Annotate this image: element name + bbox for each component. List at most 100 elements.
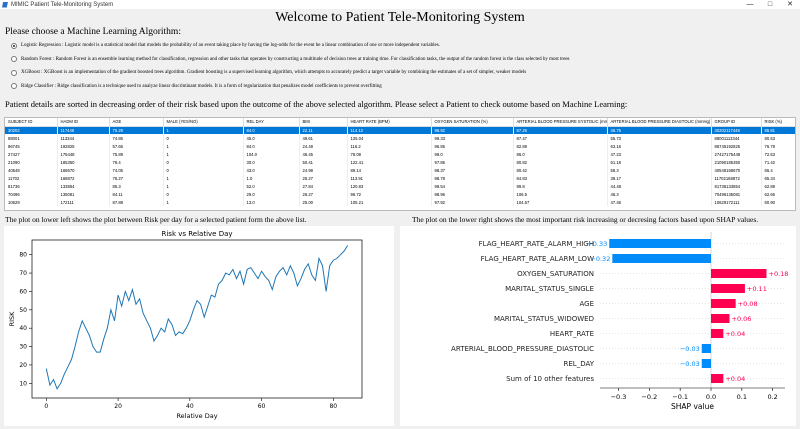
table-cell: 40548	[5, 166, 58, 174]
table-cell: 99.8	[513, 182, 608, 190]
x-tick-label: −0.1	[672, 393, 688, 401]
table-row[interactable]: 21090 185350 76.4 0 30.0 50.41 122.41 97.86 80.8…	[5, 158, 795, 166]
table-cell: 0	[163, 134, 244, 142]
column-header[interactable]: HEART RATE (BPM)	[347, 118, 432, 127]
table-cell: 43.0	[243, 166, 300, 174]
table-cell: 76.4	[109, 158, 164, 166]
table-row[interactable]: 88001 113344 74.86 0 45.0 49.61 125.04 99.33 87.…	[5, 134, 795, 142]
table-cell: 49.61	[299, 134, 348, 142]
feature-label: AGE	[579, 300, 594, 308]
table-cell: 116.2	[347, 142, 432, 150]
table-cell: 85.81	[761, 126, 795, 134]
table-cell: 60.90	[761, 198, 795, 206]
table-row[interactable]: 11702 168872 76.27 1 1.0 25.27 113.91 98.78 84.8…	[5, 174, 795, 182]
table-cell: 78.08	[347, 150, 432, 158]
patient-table[interactable]: SUBJECT ID HADM ID AGE MALE (YES/NO) REL DAY…	[4, 117, 796, 211]
shap-bar	[711, 284, 745, 293]
radio-button-icon[interactable]	[11, 42, 17, 49]
table-cell: 99.0	[431, 150, 514, 158]
column-header[interactable]: REL DAY	[243, 118, 300, 127]
table-cell: 86.0	[513, 150, 608, 158]
table-cell: 63.16	[607, 142, 712, 150]
feature-label: MARITAL_STATUS_SINGLE	[505, 285, 594, 293]
column-header[interactable]: BMI	[299, 118, 348, 127]
shap-bar	[711, 374, 724, 383]
table-cell: 168872	[57, 174, 110, 182]
shap-bar	[711, 329, 724, 338]
window-controls: — □ ✕	[740, 0, 800, 9]
table-row[interactable]: 70496 135081 84.11 0 29.0 26.27 96.72 98.96 106.…	[5, 190, 795, 198]
window-title: MIMIC Patient Tele-Monitoring System	[11, 1, 114, 8]
table-cell: 25.27	[299, 174, 348, 182]
y-tick-label: 80	[19, 252, 27, 259]
table-cell: 74.05	[109, 166, 164, 174]
y-tick-label: 20	[19, 362, 27, 369]
radio-random-forest[interactable]: Random Forest : Random Forest is an ense…	[11, 53, 791, 67]
table-cell: 88001	[5, 134, 58, 142]
minimize-icon[interactable]: —	[740, 0, 760, 9]
radio-ridge-classifier[interactable]: Ridge Classifier : Ridge classification …	[11, 80, 791, 94]
table-cell: 125.04	[347, 134, 432, 142]
feature-label: OXYGEN_SATURATION	[517, 270, 594, 278]
x-axis-label: Relative Day	[176, 412, 217, 420]
close-icon[interactable]: ✕	[780, 0, 800, 9]
column-header[interactable]: OXYGEN SATURATION (%)	[431, 118, 514, 127]
table-cell: 58.3	[607, 166, 712, 174]
column-header[interactable]: MALE (YES/NO)	[163, 118, 244, 127]
table-row[interactable]: 27427 175448 75.89 1 104.0 46.45 78.08 99.0 86.0…	[5, 150, 795, 158]
radio-button-icon[interactable]	[11, 56, 17, 63]
table-cell: 1	[163, 174, 244, 182]
column-header[interactable]: HADM ID	[57, 118, 110, 127]
table-body: 30202 117448 75.29 1 84.0 22.11 114.12 98.92 87.…	[5, 126, 795, 206]
x-tick-label: 40	[186, 403, 194, 410]
radio-button-icon[interactable]	[11, 69, 17, 76]
column-header[interactable]: ARTERIAL BLOOD PRESSURE SYSTOLIC (mmHg).…	[513, 118, 608, 127]
table-cell: 75.29	[109, 126, 164, 134]
table-cell: 85.3	[109, 182, 164, 190]
table-row[interactable]: 30202 117448 75.29 1 84.0 22.11 114.12 98.92 87.…	[5, 126, 795, 134]
table-cell: 87.47	[513, 134, 608, 142]
table-cell: 30.0	[243, 158, 300, 166]
table-cell: 62.89	[761, 182, 795, 190]
algorithm-heading: Please choose a Machine Learning Algorit…	[5, 27, 181, 37]
table-cell: 81736133854	[711, 182, 762, 190]
table-cell: 46.45	[299, 150, 348, 158]
app-logo-icon	[2, 1, 8, 8]
table-cell: 25.00	[299, 198, 348, 206]
feature-label: FLAG_HEART_RATE_ALARM_LOW	[481, 255, 595, 263]
radio-button-icon[interactable]	[11, 83, 17, 90]
table-row[interactable]: 86745 192825 57.66 1 84.0 24.48 116.2 96.85 82.8…	[5, 142, 795, 150]
shap-value-label: +0.08	[738, 300, 758, 308]
shap-plot-description: The plot on the lower right shows the mo…	[412, 215, 759, 224]
column-header[interactable]: ARTERIAL BLOOD PRESSURE DIASTOLIC (mmHg)	[607, 118, 712, 127]
table-cell: 66.4	[761, 166, 795, 174]
radio-xgboost[interactable]: XGBoost : XGBoost is an implementation o…	[11, 66, 791, 80]
table-cell: 106.5	[513, 190, 608, 198]
table-row[interactable]: 81736 133854 85.3 1 52.0 27.84 120.83 99.54 99.8…	[5, 182, 795, 190]
maximize-icon[interactable]: □	[760, 0, 780, 9]
column-header[interactable]: AGE	[109, 118, 164, 127]
table-cell: 80.42	[513, 166, 608, 174]
x-tick-label: 0.1	[737, 393, 747, 401]
shap-bar	[711, 269, 767, 278]
y-tick-label: 70	[19, 270, 27, 277]
table-cell: 1	[163, 142, 244, 150]
table-cell: 11702	[5, 174, 58, 182]
table-row[interactable]: 10629 172111 87.88 1 13.0 25.00 105.21 97.92 104…	[5, 198, 795, 206]
table-cell: 113344	[57, 134, 110, 142]
table-cell: 98.37	[431, 166, 514, 174]
table-cell: 10629172111	[711, 198, 762, 206]
x-tick-label: −0.3	[611, 393, 627, 401]
column-header[interactable]: RISK (%)	[761, 118, 795, 127]
table-cell: 26.27	[299, 190, 348, 198]
table-cell: 114.12	[347, 126, 432, 134]
table-cell: 74.86	[109, 134, 164, 142]
table-row[interactable]: 40548 168670 74.05 0 43.0 24.98 89.14 98.37 80.4…	[5, 166, 795, 174]
column-header[interactable]: GROUP ID	[711, 118, 762, 127]
table-cell: 113.91	[347, 174, 432, 182]
table-cell: 117448	[57, 126, 110, 134]
column-header[interactable]: SUBJECT ID	[5, 118, 58, 127]
table-cell: 21090185350	[711, 158, 762, 166]
radio-logistic-regression[interactable]: Logistic Regression : Logistic model is …	[11, 39, 791, 53]
shap-bar	[612, 254, 711, 263]
